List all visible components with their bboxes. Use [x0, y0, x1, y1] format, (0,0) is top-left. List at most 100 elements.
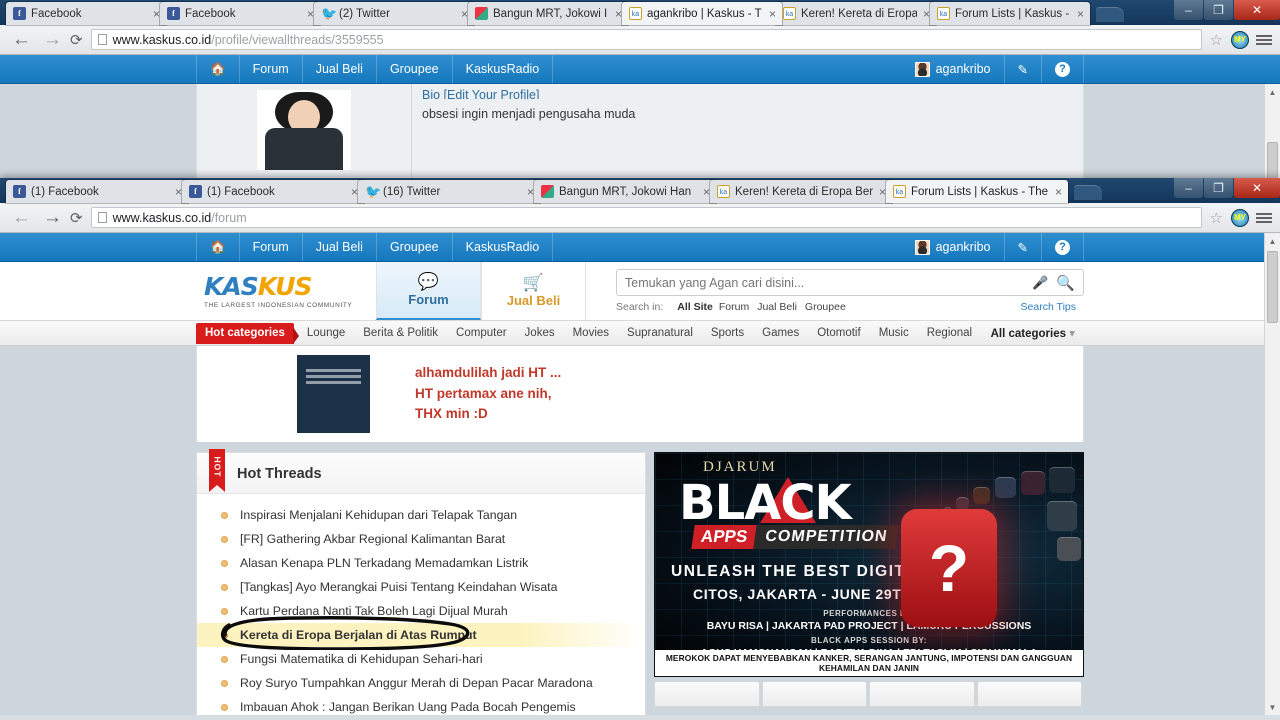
scope-all-site[interactable]: All Site [677, 301, 713, 313]
topnav-forum[interactable]: Forum [240, 233, 303, 261]
user-menu-front[interactable]: agankribo [902, 233, 1005, 261]
new-tab-button-front[interactable] [1074, 185, 1102, 200]
promo-banner[interactable]: alhamdulilah jadi HT ... HT pertamax ane… [196, 346, 1084, 442]
scrollbar-thumb[interactable] [1267, 251, 1278, 323]
thread-link[interactable]: [FR] Gathering Akbar Regional Kalimantan… [240, 532, 505, 546]
my-extension-icon[interactable]: MY [1231, 208, 1249, 227]
tab-close-icon[interactable]: × [879, 185, 886, 199]
search-tips-link[interactable]: Search Tips [1021, 301, 1076, 313]
topnav-jualbeli[interactable]: Jual Beli [303, 55, 377, 83]
thread-link[interactable]: Roy Suryo Tumpahkan Anggur Merah di Depa… [240, 676, 593, 690]
reload-icon[interactable]: ⟳ [70, 31, 83, 49]
kaskus-logo[interactable]: KASKUS THE LARGEST INDONESIAN COMMUNITY [196, 262, 376, 320]
bookmark-star-icon[interactable]: ☆ [1210, 31, 1223, 49]
tab-close-icon[interactable]: × [769, 7, 776, 21]
tab-close-icon[interactable]: × [461, 7, 468, 21]
category-jokes[interactable]: Jokes [516, 327, 564, 339]
category-movies[interactable]: Movies [564, 327, 618, 339]
magnifier-icon[interactable]: 🔍 [1056, 274, 1075, 292]
djarum-black-ad-banner[interactable]: DJARUM BLACK APPS COMPETITION UNLEASH TH… [654, 452, 1084, 677]
tab-front-0[interactable]: f (1) Facebook × [6, 180, 188, 203]
my-extension-icon[interactable]: MY [1231, 30, 1249, 49]
tab-back-4-active[interactable]: ka agankribo | Kaskus - T × [622, 2, 782, 25]
help-button[interactable]: ? [1042, 55, 1084, 83]
scroll-down-arrow-icon[interactable]: ▼ [1265, 699, 1280, 715]
back-arrow-icon[interactable]: ← [12, 208, 31, 227]
scope-groupee[interactable]: Groupee [805, 301, 846, 313]
list-item-highlighted[interactable]: Kereta di Eropa Berjalan di Atas Rumput [197, 616, 645, 650]
user-menu-back[interactable]: agankribo [902, 55, 1005, 83]
list-item[interactable]: [FR] Gathering Akbar Regional Kalimantan… [197, 527, 645, 551]
back-arrow-icon[interactable]: ← [12, 30, 31, 49]
tab-front-5-active[interactable]: ka Forum Lists | Kaskus - The × [886, 180, 1068, 203]
chrome-menu-icon[interactable] [1256, 212, 1272, 223]
home-icon[interactable]: 🏠 [196, 55, 240, 83]
chrome-menu-icon[interactable] [1256, 34, 1272, 45]
maximize-button[interactable]: ❐ [1204, 0, 1233, 20]
browser-window-front[interactable]: f (1) Facebook × f (1) Facebook × 🐦 (16)… [0, 178, 1280, 720]
header-button-forum[interactable]: 💬 Forum [376, 262, 481, 320]
list-item[interactable]: Inspirasi Menjalani Kehidupan dari Telap… [197, 503, 645, 527]
scroll-up-arrow-icon[interactable]: ▲ [1265, 84, 1280, 100]
list-item[interactable]: [Tangkas] Ayo Merangkai Puisi Tentang Ke… [197, 575, 645, 599]
minimize-button[interactable]: – [1174, 0, 1203, 20]
address-bar-back[interactable]: www.kaskus.co.id/profile/viewallthreads/… [90, 29, 1202, 50]
category-hot[interactable]: Hot categories [196, 322, 299, 344]
home-icon[interactable]: 🏠 [196, 233, 240, 261]
pencil-icon[interactable]: ✎ [1005, 55, 1042, 83]
thread-link-highlighted[interactable]: Kereta di Eropa Berjalan di Atas Rumput [240, 628, 477, 642]
topnav-forum[interactable]: Forum [240, 55, 303, 83]
category-supranatural[interactable]: Supranatural [618, 327, 702, 339]
thread-link[interactable]: Inspirasi Menjalani Kehidupan dari Telap… [240, 508, 517, 522]
thread-link[interactable]: Kartu Perdana Nanti Tak Boleh Lagi Dijua… [240, 604, 508, 618]
tab-back-2[interactable]: 🐦 (2) Twitter × [314, 2, 474, 25]
category-regional[interactable]: Regional [918, 327, 981, 339]
category-sports[interactable]: Sports [702, 327, 753, 339]
list-item[interactable]: Imbauan Ahok : Jangan Berikan Uang Pada … [197, 695, 645, 715]
scope-forum[interactable]: Forum [719, 301, 749, 313]
tab-close-icon[interactable]: × [351, 185, 358, 199]
scroll-up-arrow-icon[interactable]: ▲ [1265, 233, 1280, 249]
tab-close-icon[interactable]: × [923, 7, 930, 21]
search-box[interactable]: 🎤 🔍 [616, 269, 1084, 296]
thread-link[interactable]: Imbauan Ahok : Jangan Berikan Uang Pada … [240, 700, 576, 714]
tab-close-icon[interactable]: × [1077, 7, 1084, 21]
bio-edit-link[interactable]: Bio [Edit Your Profile] [422, 88, 1083, 99]
tab-back-3[interactable]: Bangun MRT, Jokowi I × [468, 2, 628, 25]
tab-back-0[interactable]: f Facebook × [6, 2, 166, 25]
thread-link[interactable]: Fungsi Matematika di Kehidupan Sehari-ha… [240, 652, 483, 666]
tab-close-icon[interactable]: × [527, 185, 534, 199]
scope-jualbeli[interactable]: Jual Beli [757, 301, 797, 313]
address-bar-front[interactable]: www.kaskus.co.id/forum [90, 207, 1202, 228]
minimize-button[interactable]: – [1174, 178, 1203, 198]
forward-arrow-icon[interactable]: → [43, 208, 62, 227]
maximize-button[interactable]: ❐ [1204, 178, 1233, 198]
thread-link[interactable]: Alasan Kenapa PLN Terkadang Memadamkan L… [240, 556, 528, 570]
tab-close-icon[interactable]: × [703, 185, 710, 199]
microphone-icon[interactable]: 🎤 [1032, 275, 1048, 291]
close-button[interactable]: ✕ [1234, 178, 1280, 198]
tab-front-3[interactable]: Bangun MRT, Jokowi Han × [534, 180, 716, 203]
category-berita-politik[interactable]: Berita & Politik [354, 327, 447, 339]
help-button[interactable]: ? [1042, 233, 1084, 261]
search-input[interactable] [625, 275, 1025, 290]
tab-close-icon[interactable]: × [175, 185, 182, 199]
tab-close-icon[interactable]: × [307, 7, 314, 21]
thread-link[interactable]: [Tangkas] Ayo Merangkai Puisi Tentang Ke… [240, 580, 557, 594]
tab-back-1[interactable]: f Facebook × [160, 2, 320, 25]
list-item[interactable]: Kartu Perdana Nanti Tak Boleh Lagi Dijua… [197, 599, 645, 623]
tab-front-1[interactable]: f (1) Facebook × [182, 180, 364, 203]
tab-front-4[interactable]: ka Keren! Kereta di Eropa Ber × [710, 180, 892, 203]
topnav-kaskusradio[interactable]: KaskusRadio [453, 55, 554, 83]
close-button[interactable]: ✕ [1234, 0, 1280, 20]
topnav-jualbeli[interactable]: Jual Beli [303, 233, 377, 261]
tab-close-icon[interactable]: × [1055, 185, 1062, 199]
tab-back-6[interactable]: ka Forum Lists | Kaskus - × [930, 2, 1090, 25]
page-scrollbar-front[interactable]: ▲ ▼ [1264, 233, 1280, 715]
list-item[interactable]: Roy Suryo Tumpahkan Anggur Merah di Depa… [197, 671, 645, 695]
category-music[interactable]: Music [870, 327, 918, 339]
pencil-icon[interactable]: ✎ [1005, 233, 1042, 261]
tab-front-2[interactable]: 🐦 (16) Twitter × [358, 180, 540, 203]
header-button-jualbeli[interactable]: 🛒 Jual Beli [481, 262, 586, 320]
tab-back-5[interactable]: ka Keren! Kereta di Eropa × [776, 2, 936, 25]
